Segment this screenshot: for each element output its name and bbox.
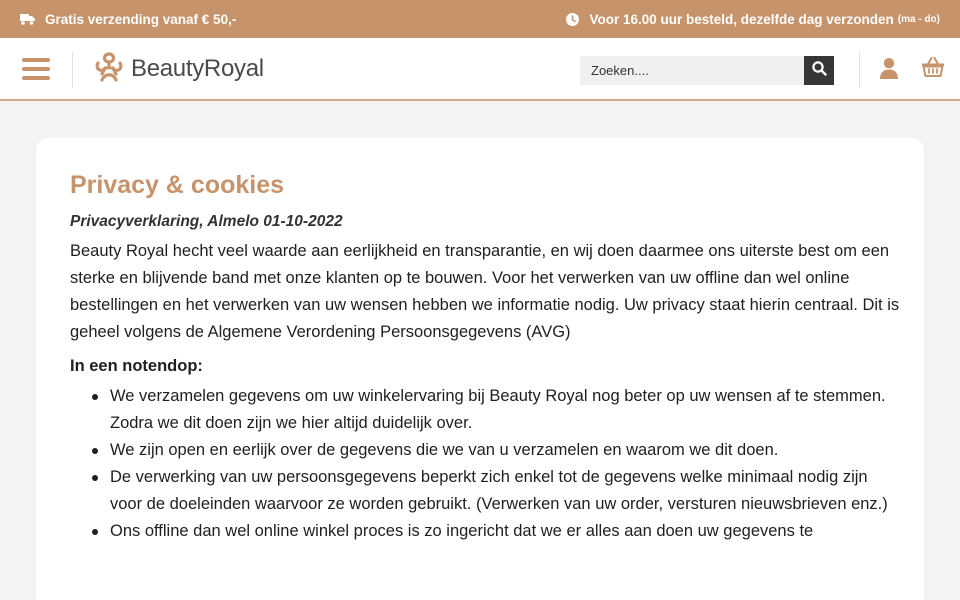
truck-icon — [20, 13, 35, 25]
page-subtitle: Privacyverklaring, Almelo 01-10-2022 — [70, 213, 343, 230]
list-item: We zijn open en eerlijk over de gegevens… — [70, 437, 900, 464]
search-button[interactable] — [804, 56, 834, 85]
delivery-text: Voor 16.00 uur besteld, dezelfde dag ver… — [589, 11, 894, 27]
page-title: Privacy & cookies — [70, 171, 285, 199]
summary-heading: In een notendop: — [70, 357, 203, 375]
header-divider — [72, 52, 73, 88]
menu-icon[interactable] — [22, 58, 50, 80]
site-header: BeautyRoyal — [0, 38, 960, 101]
site-logo[interactable]: BeautyRoyal — [94, 51, 264, 87]
delivery-notice: Voor 16.00 uur besteld, dezelfde dag ver… — [566, 0, 940, 38]
intro-paragraph: Beauty Royal hecht veel waarde aan eerli… — [70, 242, 900, 341]
search-bar — [580, 56, 834, 85]
free-shipping-notice: Gratis verzending vanaf € 50,- — [20, 0, 236, 38]
header-divider — [859, 52, 860, 88]
shipping-text: Gratis verzending vanaf € 50,- — [45, 11, 237, 27]
search-input[interactable] — [580, 56, 804, 85]
basket-icon[interactable] — [921, 57, 945, 82]
user-icon[interactable] — [878, 57, 900, 84]
content-card: Privacy & cookies Privacyverklaring, Alm… — [36, 138, 924, 600]
list-item: Ons offline dan wel online winkel proces… — [70, 518, 900, 545]
delivery-days: (ma - do) — [897, 13, 940, 25]
privacy-content: Privacy & cookies Privacyverklaring, Alm… — [70, 168, 900, 545]
list-item: De verwerking van uw persoonsgegevens be… — [70, 464, 900, 518]
list-item: We verzamelen gegevens om uw winkelervar… — [70, 383, 900, 437]
logo-text: BeautyRoyal — [131, 55, 264, 82]
search-icon — [811, 60, 827, 81]
clock-icon — [566, 12, 580, 26]
announcement-bar: Gratis verzending vanaf € 50,- Voor 16.0… — [0, 0, 960, 38]
logo-emblem-icon — [94, 51, 124, 88]
summary-list: We verzamelen gegevens om uw winkelervar… — [70, 383, 900, 545]
